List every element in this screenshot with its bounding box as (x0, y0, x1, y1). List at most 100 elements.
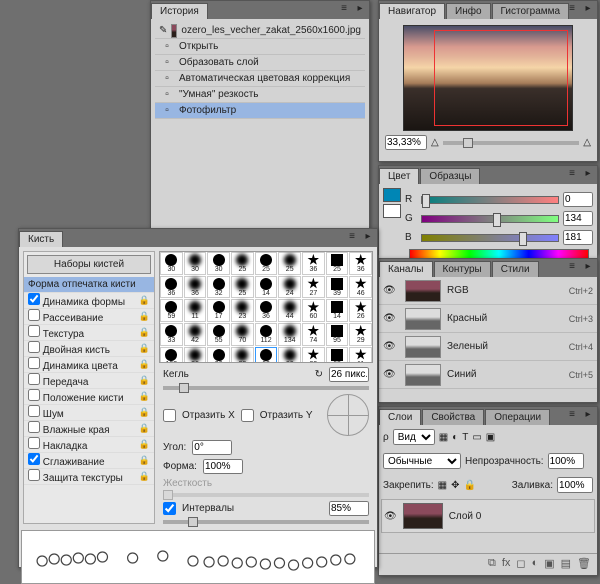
visibility-icon[interactable]: 👁 (383, 285, 399, 296)
panel-menu-icon[interactable]: ≡ (345, 230, 359, 244)
visibility-icon[interactable]: 👁 (383, 341, 399, 352)
g-slider[interactable] (421, 215, 559, 223)
mask-icon[interactable]: ◻ (516, 557, 525, 570)
g-input[interactable] (563, 211, 593, 226)
brush-tip-cell[interactable]: 14 (326, 299, 349, 322)
brush-tip-cell[interactable]: 59 (160, 299, 183, 322)
adjustment-icon[interactable]: ◐ (532, 557, 539, 570)
lock-icon[interactable]: 🔒 (139, 295, 150, 306)
brush-tip-cell[interactable]: 30 (184, 252, 207, 275)
collapse-icon[interactable]: ▸ (581, 408, 595, 422)
history-step[interactable]: ▫Фотофильтр (155, 103, 365, 119)
zoom-out-icon[interactable]: △ (431, 137, 439, 148)
navigator-preview[interactable] (403, 25, 573, 131)
brush-option[interactable]: Положение кисти🔒 (24, 389, 154, 405)
filter-kind-select[interactable]: Вид (393, 429, 435, 445)
fill-input[interactable] (557, 477, 593, 493)
brush-tip-cell[interactable]: 25 (231, 252, 254, 275)
angle-control[interactable] (327, 394, 369, 436)
brush-tip-cell[interactable]: 24 (278, 276, 301, 299)
filter-type-icon[interactable]: T (462, 432, 468, 443)
brush-tip-cell[interactable]: 14 (255, 276, 278, 299)
brush-tip-cell[interactable]: 112 (255, 323, 278, 346)
channel-row[interactable]: 👁RGBCtrl+2 (379, 277, 597, 305)
panel-menu-icon[interactable]: ≡ (565, 408, 579, 422)
opacity-input[interactable] (548, 453, 584, 469)
fx-icon[interactable]: fx (502, 557, 511, 570)
r-input[interactable] (563, 192, 593, 207)
lock-icon[interactable]: 🔒 (139, 311, 150, 322)
brush-tip-cell[interactable]: 39 (302, 347, 325, 363)
lock-icon[interactable]: 🔒 (139, 407, 150, 418)
brush-tip-cell[interactable]: 36 (349, 252, 372, 275)
flip-size-icon[interactable]: ↻ (315, 369, 323, 380)
brush-tip-cell[interactable]: 66 (278, 347, 301, 363)
visibility-icon[interactable]: 👁 (383, 369, 399, 380)
panel-menu-icon[interactable]: ≡ (565, 260, 579, 274)
panel-menu-icon[interactable]: ≡ (565, 167, 579, 181)
option-checkbox[interactable] (28, 325, 40, 337)
lock-pixels-icon[interactable]: ▦ (438, 480, 447, 491)
channel-row[interactable]: 👁СинийCtrl+5 (379, 361, 597, 389)
background-swatch[interactable] (383, 204, 401, 218)
brush-tip-cell[interactable]: 17 (207, 299, 230, 322)
tab-Каналы[interactable]: Каналы (379, 261, 433, 277)
panel-menu-icon[interactable]: ≡ (337, 2, 351, 16)
collapse-icon[interactable]: ▸ (581, 2, 595, 16)
brush-option[interactable]: Накладка🔒 (24, 437, 154, 453)
brush-tip-cell[interactable]: 36 (160, 276, 183, 299)
lock-icon[interactable]: 🔒 (139, 391, 150, 402)
brush-tip-cell[interactable]: 36 (184, 347, 207, 363)
r-slider[interactable] (421, 196, 559, 204)
lock-icon[interactable]: 🔒 (139, 375, 150, 386)
brush-tip-cell[interactable]: 63 (255, 347, 278, 363)
option-checkbox[interactable] (28, 389, 40, 401)
brush-tip-cell[interactable]: 70 (231, 323, 254, 346)
channel-row[interactable]: 👁ЗеленыйCtrl+4 (379, 333, 597, 361)
brush-tip-cell[interactable]: 33 (160, 323, 183, 346)
brush-tip-cell[interactable]: 25 (326, 252, 349, 275)
tab-Свойства[interactable]: Свойства (422, 409, 484, 425)
panel-menu-icon[interactable]: ≡ (565, 2, 579, 16)
tab-Гистограмма[interactable]: Гистограмма (492, 3, 570, 19)
option-checkbox[interactable] (28, 437, 40, 449)
link-icon[interactable]: ⧉ (488, 557, 496, 570)
brush-option[interactable]: Защита текстуры🔒 (24, 469, 154, 485)
b-slider[interactable] (421, 234, 559, 242)
tab-brush[interactable]: Кисть (19, 231, 63, 247)
brush-tip-grid[interactable]: 3030302525253625363636322514242739465911… (159, 251, 373, 363)
lock-position-icon[interactable]: ✥ (451, 480, 459, 491)
brush-tip-cell[interactable]: 23 (231, 299, 254, 322)
lock-icon[interactable]: 🔒 (139, 455, 150, 466)
option-checkbox[interactable] (28, 341, 40, 353)
brush-tip-cell[interactable]: 36 (184, 276, 207, 299)
brush-tip-cell[interactable]: 25 (255, 252, 278, 275)
lock-icon[interactable]: 🔒 (139, 439, 150, 450)
lock-icon[interactable]: 🔒 (139, 359, 150, 370)
lock-icon[interactable]: 🔒 (139, 343, 150, 354)
option-checkbox[interactable] (28, 421, 40, 433)
brush-tip-cell[interactable]: 39 (326, 276, 349, 299)
brush-tip-cell[interactable]: 36 (255, 299, 278, 322)
tab-Контуры[interactable]: Контуры (434, 261, 491, 277)
collapse-icon[interactable]: ▸ (581, 260, 595, 274)
brush-tip-cell[interactable]: 55 (207, 323, 230, 346)
brush-tip-cell[interactable]: 42 (184, 323, 207, 346)
filter-adjust-icon[interactable]: ◐ (452, 432, 458, 443)
brush-tip-cell[interactable]: 32 (207, 276, 230, 299)
tab-Инфо[interactable]: Инфо (446, 3, 491, 19)
brush-tip-cell[interactable]: 36 (302, 252, 325, 275)
angle-input[interactable] (192, 440, 232, 455)
option-checkbox[interactable] (28, 405, 40, 417)
collapse-icon[interactable]: ▸ (361, 230, 375, 244)
brush-tip-cell[interactable]: 26 (349, 299, 372, 322)
channel-row[interactable]: 👁КрасныйCtrl+3 (379, 305, 597, 333)
brush-tip-cell[interactable]: 25 (278, 252, 301, 275)
option-checkbox[interactable] (28, 293, 40, 305)
visibility-icon[interactable]: 👁 (383, 313, 399, 324)
spacing-checkbox[interactable] (163, 502, 176, 515)
roundness-input[interactable] (203, 459, 243, 474)
brush-tip-cell[interactable]: 60 (302, 299, 325, 322)
brush-option[interactable]: Текстура🔒 (24, 325, 154, 341)
collapse-icon[interactable]: ▸ (581, 167, 595, 181)
